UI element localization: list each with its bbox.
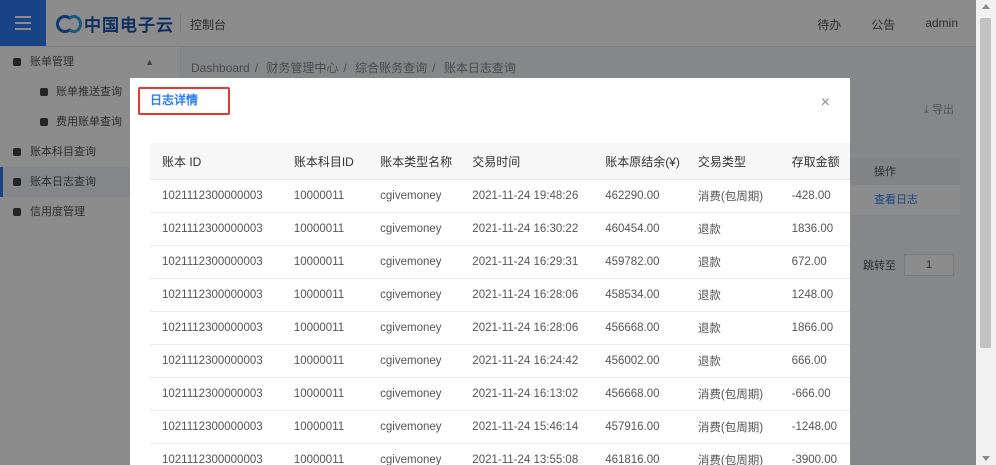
page-scrollbar[interactable] [976, 0, 996, 465]
table-cell: 461816.00 [593, 443, 686, 465]
table-cell: 1021112300000003 [150, 344, 282, 378]
table-cell: cgivemoney [368, 245, 461, 279]
table-cell: cgivemoney [368, 344, 461, 378]
column-header: 账本类型名称 [368, 143, 461, 180]
table-cell: 退款 [685, 311, 780, 345]
table-cell: 666.00 [779, 344, 850, 378]
table-cell: 10000011 [281, 344, 369, 378]
table-cell: 2021-11-24 19:48:26 [460, 179, 594, 213]
table-cell: 458534.00 [593, 278, 686, 312]
table-cell: -3900.00 [779, 443, 850, 465]
table-cell: 10000011 [281, 410, 369, 444]
table-cell: 10000011 [281, 245, 369, 279]
table-cell: -666.00 [779, 377, 850, 411]
table-cell: 10000011 [281, 212, 369, 246]
log-detail-modal: 日志详情 × 账本 ID 账本科目ID 账本类型名称 交易时间 账本原结余(¥) 交易类型… [130, 78, 850, 465]
table-cell: cgivemoney [368, 410, 461, 444]
table-cell: 456002.00 [593, 344, 686, 378]
table-row: 1021112300000003 10000011 cgivemoney 2021-1… [150, 179, 850, 213]
table-cell: 462290.00 [593, 179, 686, 213]
table-cell: cgivemoney [368, 311, 461, 345]
table-cell: 2021-11-24 16:28:06 [460, 311, 594, 345]
table-cell: 退款 [685, 212, 780, 246]
table-cell: 2021-11-24 16:24:42 [460, 344, 594, 378]
table-cell: 1021112300000003 [150, 377, 282, 411]
table-cell: -1248.00 [779, 410, 850, 444]
table-row: 1021112300000003 10000011 cgivemoney 2021-1… [150, 344, 850, 378]
table-cell: 456668.00 [593, 311, 686, 345]
scroll-up-icon[interactable] [982, 4, 990, 9]
column-header: 存取金额 [779, 143, 850, 180]
table-cell: 2021-11-24 13:55:08 [460, 443, 594, 465]
table-cell: 459782.00 [593, 245, 686, 279]
table-cell: 消费(包周期) [685, 410, 780, 444]
table-cell: 退款 [685, 278, 780, 312]
table-cell: 1248.00 [779, 278, 850, 312]
table-cell: 10000011 [281, 179, 369, 213]
table-cell: 457916.00 [593, 410, 686, 444]
table-cell: -428.00 [779, 179, 850, 213]
column-header: 账本 ID [150, 143, 282, 180]
table-cell: cgivemoney [368, 443, 461, 465]
column-header: 账本科目ID [281, 143, 369, 180]
table-cell: cgivemoney [368, 377, 461, 411]
table-cell: 456668.00 [593, 377, 686, 411]
table-cell: 1021112300000003 [150, 443, 282, 465]
table-row: 1021112300000003 10000011 cgivemoney 2021-1… [150, 443, 850, 465]
table-cell: 10000011 [281, 311, 369, 345]
scroll-down-icon[interactable] [982, 456, 990, 461]
table-cell: 1021112300000003 [150, 179, 282, 213]
table-row: 1021112300000003 10000011 cgivemoney 2021-1… [150, 377, 850, 411]
table-row: 1021112300000003 10000011 cgivemoney 2021-1… [150, 278, 850, 312]
table-cell: 1836.00 [779, 212, 850, 246]
table-cell: 2021-11-24 16:13:02 [460, 377, 594, 411]
modal-title: 日志详情 [138, 87, 230, 115]
log-table: 账本 ID 账本科目ID 账本类型名称 交易时间 账本原结余(¥) 交易类型 存取金额 10… [150, 143, 850, 465]
table-header-row: 账本 ID 账本科目ID 账本类型名称 交易时间 账本原结余(¥) 交易类型 存取金额 [150, 143, 850, 180]
table-cell: 1021112300000003 [150, 311, 282, 345]
table-cell: 2021-11-24 16:28:06 [460, 278, 594, 312]
table-row: 1021112300000003 10000011 cgivemoney 2021-1… [150, 410, 850, 444]
table-cell: 1021112300000003 [150, 245, 282, 279]
table-row: 1021112300000003 10000011 cgivemoney 2021-1… [150, 245, 850, 279]
table-cell: 1021112300000003 [150, 212, 282, 246]
table-cell: 退款 [685, 245, 780, 279]
table-cell: 460454.00 [593, 212, 686, 246]
table-cell: cgivemoney [368, 278, 461, 312]
table-cell: 退款 [685, 344, 780, 378]
table-row: 1021112300000003 10000011 cgivemoney 2021-1… [150, 311, 850, 345]
table-cell: 消费(包周期) [685, 377, 780, 411]
table-cell: cgivemoney [368, 179, 461, 213]
table-cell: 2021-11-24 16:30:22 [460, 212, 594, 246]
table-cell: 10000011 [281, 443, 369, 465]
table-cell: 10000011 [281, 377, 369, 411]
scroll-thumb[interactable] [980, 18, 991, 348]
column-header: 交易时间 [460, 143, 594, 180]
table-cell: 10000011 [281, 278, 369, 312]
column-header: 账本原结余(¥) [593, 143, 686, 180]
table-cell: 2021-11-24 15:46:14 [460, 410, 594, 444]
table-cell: 消费(包周期) [685, 179, 780, 213]
column-header: 交易类型 [685, 143, 780, 180]
table-cell: 1021112300000003 [150, 278, 282, 312]
table-cell: 2021-11-24 16:29:31 [460, 245, 594, 279]
table-cell: 1866.00 [779, 311, 850, 345]
table-cell: 672.00 [779, 245, 850, 279]
table-cell: 1021112300000003 [150, 410, 282, 444]
table-cell: 消费(包周期) [685, 443, 780, 465]
table-cell: cgivemoney [368, 212, 461, 246]
close-icon[interactable]: × [821, 94, 830, 112]
table-row: 1021112300000003 10000011 cgivemoney 2021-1… [150, 212, 850, 246]
